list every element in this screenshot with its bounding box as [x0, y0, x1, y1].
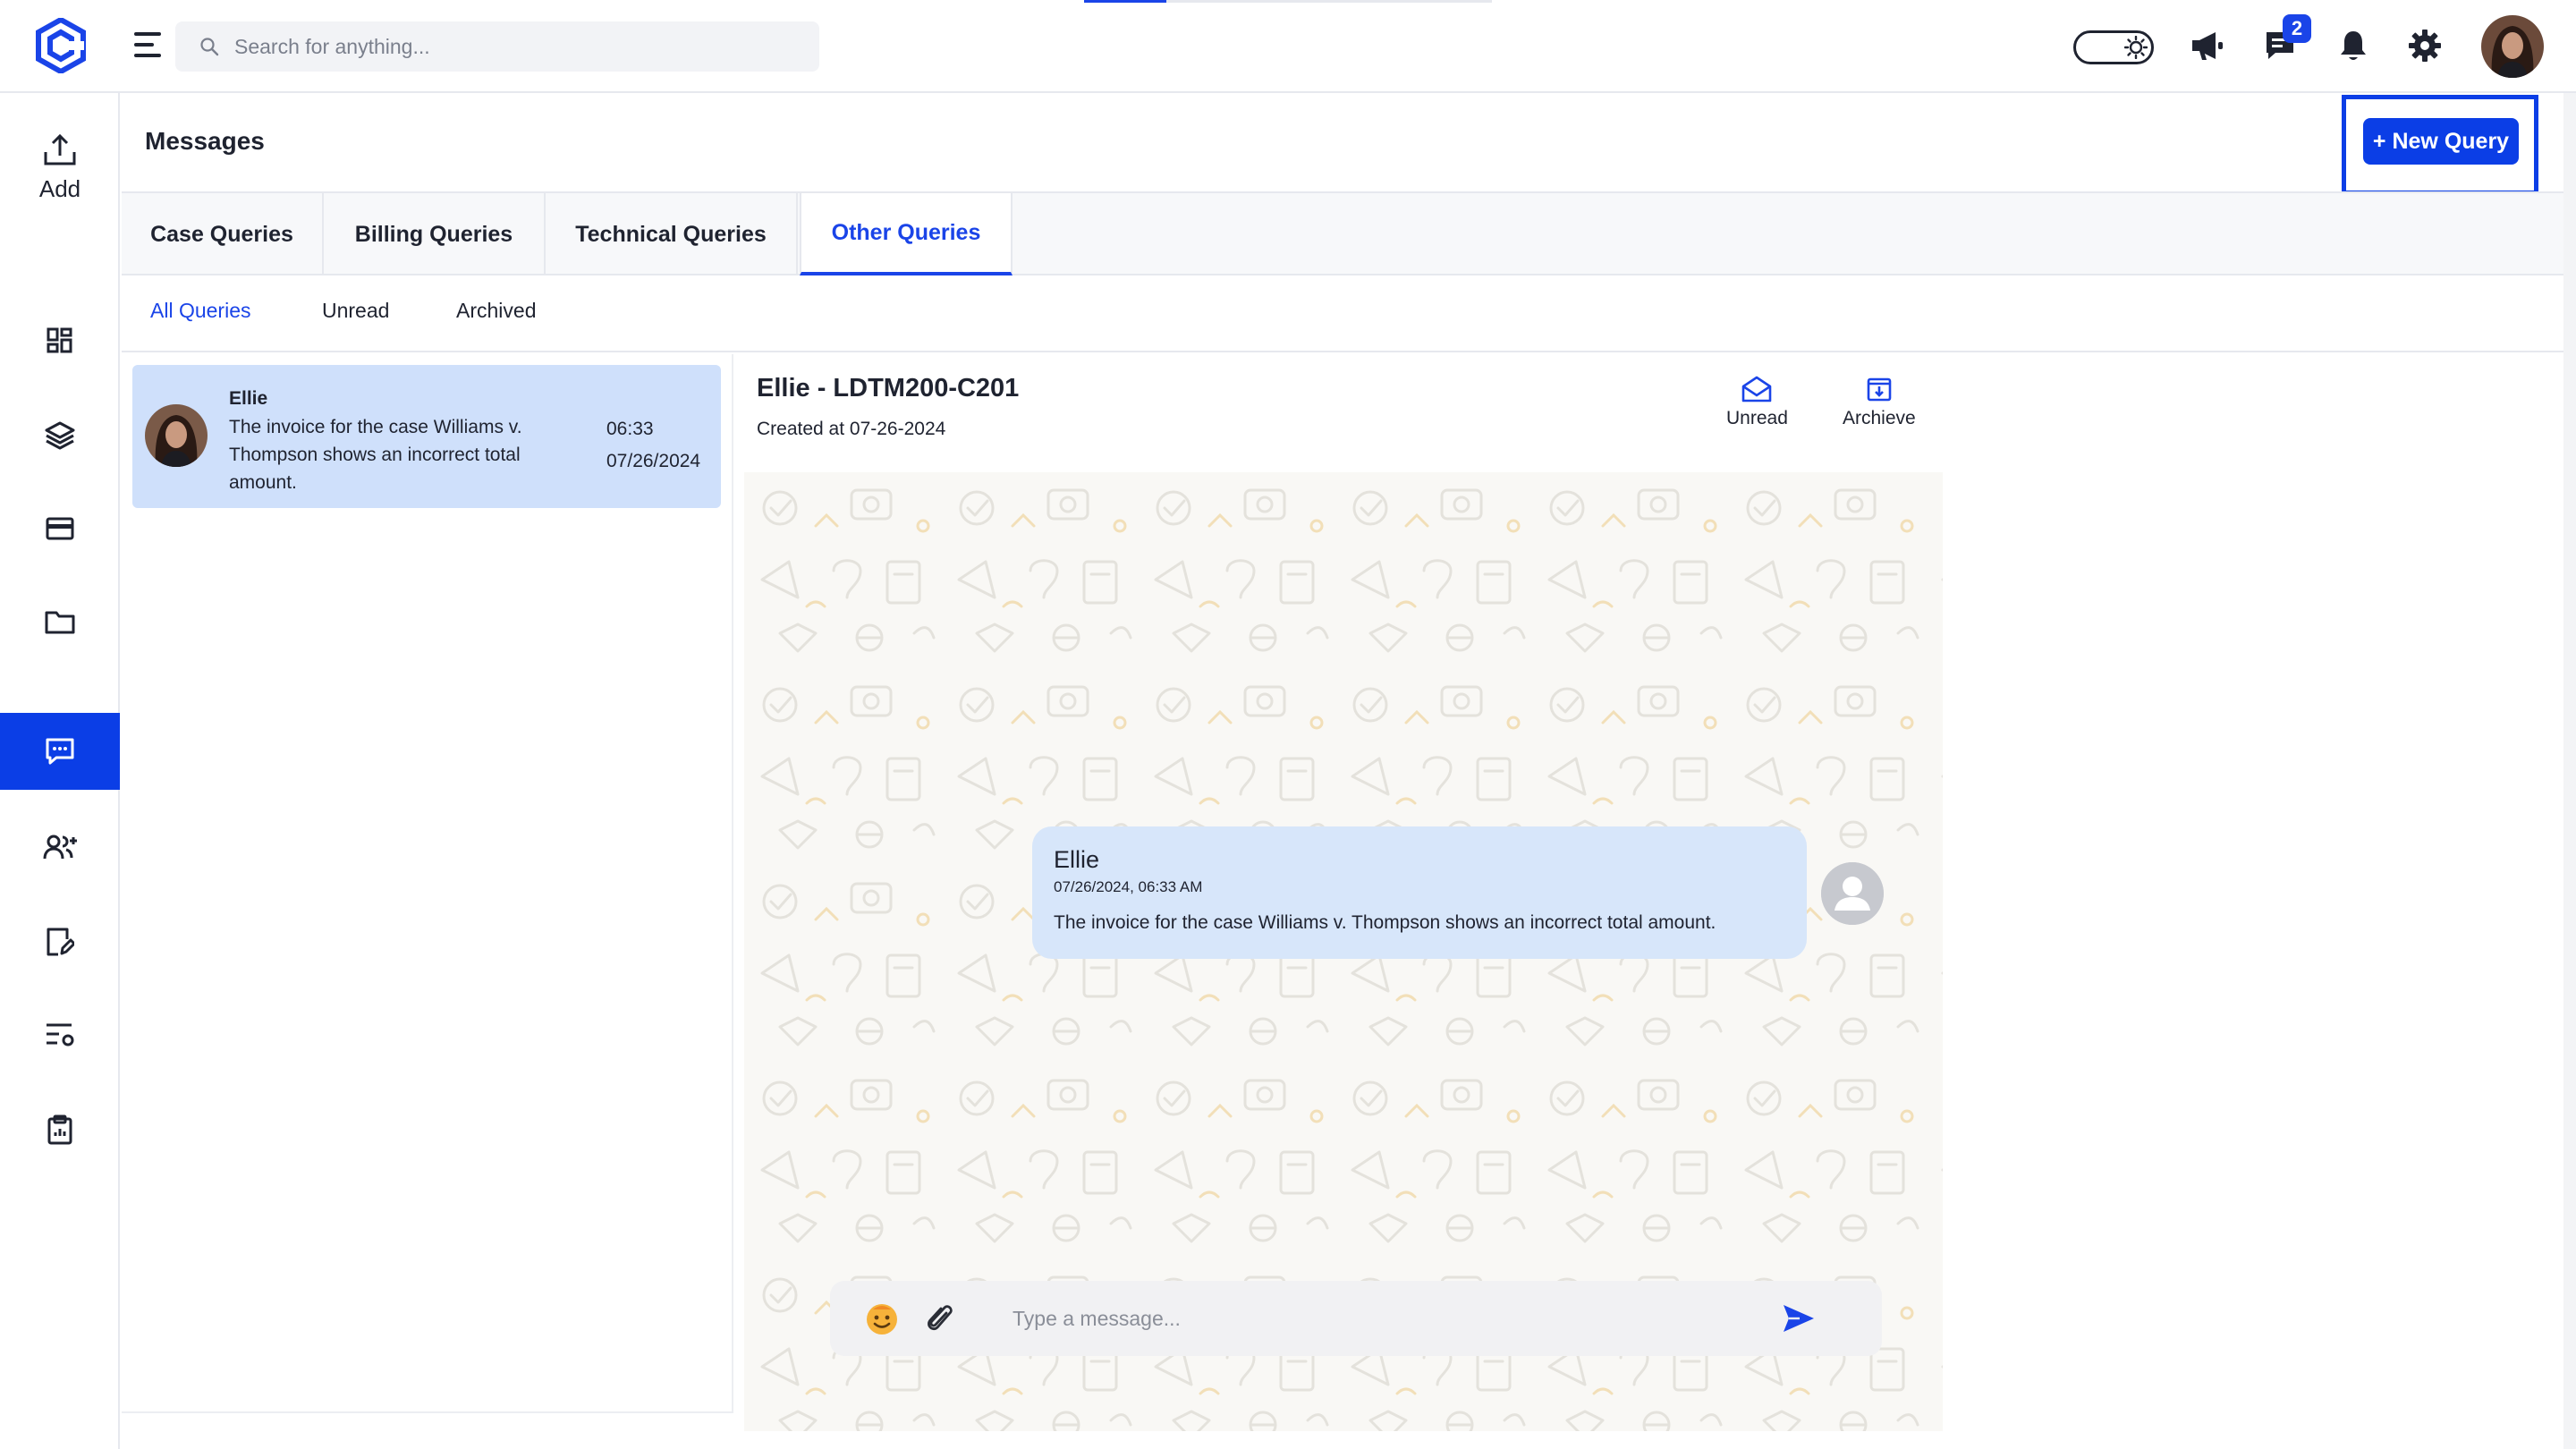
user-avatar[interactable] [2481, 15, 2544, 78]
gear-icon [2409, 30, 2441, 62]
top-progress-indicator [1084, 0, 1492, 3]
users-icon [43, 835, 77, 860]
menu-toggle-icon[interactable] [134, 32, 161, 57]
megaphone-icon [2192, 32, 2223, 60]
bell-icon [2341, 31, 2366, 60]
subtab-all-queries[interactable]: All Queries [150, 299, 250, 323]
conversation-date: 07/26/2024 [606, 451, 701, 471]
conversation-list: Ellie The invoice for the case Williams … [122, 354, 733, 1413]
search-bar[interactable] [175, 21, 819, 72]
emoji-icon[interactable] [864, 1301, 900, 1336]
sidebar-item-documents[interactable] [0, 903, 120, 980]
search-input[interactable] [234, 34, 771, 59]
message-bubble: Ellie 07/26/2024, 06:33 AM The invoice f… [1032, 826, 1807, 959]
layers-icon [45, 421, 75, 450]
sun-icon [2124, 36, 2148, 59]
message-sender: Ellie [1054, 846, 1100, 873]
tab-case-queries[interactable]: Case Queries [122, 193, 324, 275]
sidebar-item-users[interactable] [0, 809, 120, 886]
page-title: Messages [145, 127, 265, 155]
archive-icon [1867, 377, 1892, 402]
tab-billing-queries[interactable]: Billing Queries [324, 193, 546, 275]
conversation-name: Ellie [229, 388, 268, 409]
sidebar-item-settings-list[interactable] [0, 996, 120, 1073]
message-icon [46, 738, 74, 765]
conversation-avatar [145, 404, 208, 467]
tab-technical-queries[interactable]: Technical Queries [546, 193, 798, 275]
sidebar-add-label: Add [38, 175, 81, 202]
top-bar: 2 [0, 0, 2576, 93]
message-composer [830, 1281, 1882, 1356]
archive-button[interactable]: Archieve [1843, 376, 1916, 429]
edit-document-icon [47, 928, 74, 956]
page-scrollbar[interactable] [2563, 93, 2576, 1449]
messages-badge: 2 [2283, 14, 2311, 43]
chat-header: Ellie - LDTM200-C201 Created at 07-26-20… [744, 367, 1943, 472]
sidebar-item-files[interactable] [0, 583, 120, 660]
query-category-tabs: Case Queries Billing Queries Technical Q… [122, 191, 2567, 275]
sidebar-item-reports[interactable] [0, 1091, 120, 1168]
folder-icon [45, 611, 75, 634]
query-filter-tabs: All Queries Unread Archived [122, 275, 2567, 352]
message-timestamp: 07/26/2024, 06:33 AM [1054, 878, 1203, 895]
conversation-item[interactable]: Ellie The invoice for the case Williams … [132, 365, 721, 508]
clipboard-icon [47, 1114, 72, 1145]
conversation-time: 06:33 [606, 419, 654, 439]
message-text: The invoice for the case Williams v. Tho… [1054, 912, 1716, 933]
chat-created-date: Created at 07-26-2024 [757, 419, 946, 439]
dashboard-icon [47, 327, 72, 353]
message-avatar [1821, 862, 1884, 925]
search-icon [200, 38, 219, 56]
sidebar-item-messages[interactable] [0, 713, 120, 790]
chat-title: Ellie - LDTM200-C201 [757, 374, 1020, 402]
card-icon [46, 517, 74, 540]
notifications-button[interactable] [2333, 25, 2374, 66]
upload-icon [44, 133, 76, 165]
sidebar-item-layers[interactable] [0, 397, 120, 474]
send-icon[interactable] [1782, 1302, 1816, 1335]
sidebar-item-dashboard[interactable] [0, 302, 120, 379]
sidebar-item-billing[interactable] [0, 490, 120, 567]
user-avatar-image [2481, 15, 2544, 78]
new-query-button[interactable]: + New Query [2363, 118, 2519, 165]
settings-button[interactable] [2404, 25, 2445, 66]
envelope-open-icon [1742, 376, 1772, 402]
mark-unread-label: Unread [1726, 408, 1788, 428]
announcements-button[interactable] [2186, 25, 2227, 66]
messages-button[interactable]: 2 [2259, 14, 2311, 66]
conversation-preview: The invoice for the case Williams v. Tho… [229, 417, 522, 493]
person-icon [1821, 862, 1884, 925]
sidebar: Add [0, 93, 120, 1449]
mark-unread-button[interactable]: Unread [1726, 376, 1788, 429]
subtab-unread[interactable]: Unread [322, 299, 389, 323]
sidebar-add-button[interactable]: Add [0, 132, 120, 213]
app-logo-icon[interactable] [36, 18, 86, 73]
tab-other-queries[interactable]: Other Queries [800, 193, 1013, 275]
paperclip-icon[interactable] [923, 1301, 955, 1336]
archive-label: Archieve [1843, 408, 1916, 428]
list-settings-icon [47, 1023, 74, 1046]
subtab-archived[interactable]: Archived [456, 299, 536, 323]
message-input[interactable] [1013, 1297, 1782, 1340]
theme-toggle[interactable] [2073, 30, 2154, 64]
